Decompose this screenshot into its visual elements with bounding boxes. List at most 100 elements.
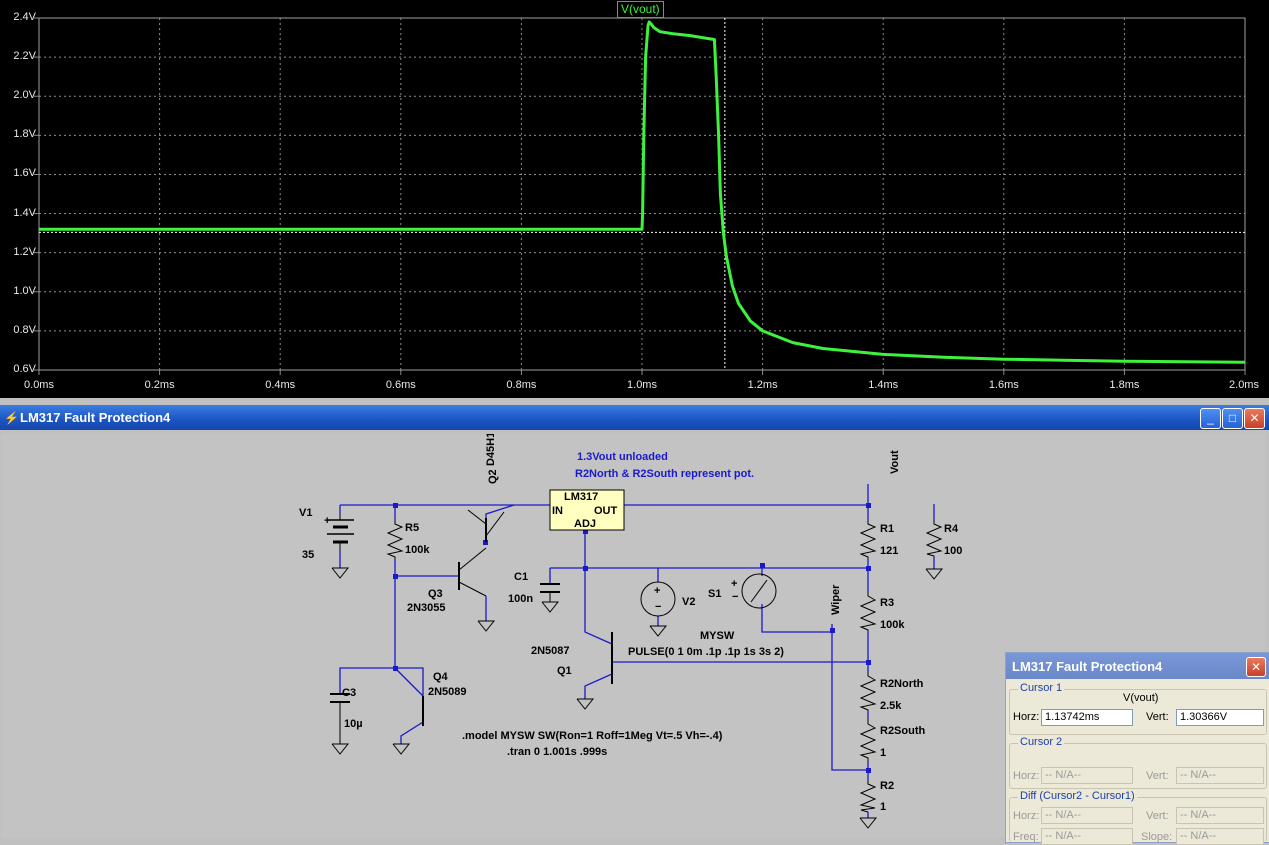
resistor-r2[interactable] <box>859 780 877 813</box>
q1-model: 2N5087 <box>531 645 570 657</box>
q4-model: 2N5089 <box>428 686 467 698</box>
cursor2-vert-label: Vert: <box>1146 770 1169 782</box>
q3-model: 2N3055 <box>407 602 446 614</box>
c1-value: 100n <box>508 593 533 605</box>
c1-label: C1 <box>514 571 528 583</box>
cursor1-horz-label: Horz: <box>1013 711 1040 723</box>
x-tick-label: 2.0ms <box>1229 379 1259 391</box>
resistor-r3[interactable] <box>859 592 877 632</box>
x-tick-label: 0.2ms <box>144 379 175 391</box>
ground-icon <box>859 817 878 829</box>
battery-v1[interactable]: + <box>324 514 354 552</box>
v2-pulse: PULSE(0 1 0m .1p .1p 1s 3s 2) <box>628 646 784 658</box>
r2north-label: R2North <box>880 678 924 690</box>
cursor-dialog: LM317 Fault Protection4 ✕ Cursor 1 V(vou… <box>1005 652 1269 845</box>
s1-label: S1 <box>708 588 721 600</box>
c3-value: 10µ <box>344 718 363 730</box>
note-text[interactable]: R2North & R2South represent pot. <box>575 468 754 480</box>
spice-directive[interactable]: .model MYSW SW(Ron=1 Roff=1Meg Vt=.5 Vh=… <box>462 730 723 742</box>
r5-label: R5 <box>405 522 419 534</box>
cursor-dialog-title: LM317 Fault Protection4 <box>1012 659 1163 674</box>
transistor-q3[interactable] <box>458 547 487 597</box>
ground-icon <box>477 620 496 632</box>
waveform-plot[interactable] <box>0 0 1269 398</box>
q4-label: Q4 <box>433 671 449 683</box>
y-tick-label: 1.2V <box>13 245 36 258</box>
diff-horz-label: Horz: <box>1013 810 1040 822</box>
switch-s1[interactable]: + − <box>731 573 777 609</box>
schematic-title: LM317 Fault Protection4 <box>20 410 171 425</box>
note-text[interactable]: 1.3Vout unloaded <box>577 451 668 463</box>
x-tick-label: 0.8ms <box>506 379 537 391</box>
y-tick-label: 2.4V <box>13 11 36 23</box>
svg-text:+: + <box>654 585 660 597</box>
net-label-wiper[interactable]: Wiper <box>830 584 842 615</box>
diff-slope-field <box>1176 828 1264 845</box>
y-tick-label: 1.6V <box>13 167 36 180</box>
lm317-pin-out: OUT <box>594 505 618 517</box>
spice-directive[interactable]: .tran 0 1.001s .999s <box>507 746 607 758</box>
resistor-r4[interactable] <box>925 520 943 558</box>
resistor-r2south[interactable] <box>859 718 877 762</box>
diff-slope-label: Slope: <box>1141 831 1173 843</box>
close-button[interactable]: ✕ <box>1244 408 1265 429</box>
q1-label: Q1 <box>557 665 572 677</box>
x-tick-label: 0.4ms <box>265 379 296 391</box>
r2south-value: 1 <box>880 747 886 759</box>
trace-label-vout[interactable]: V(vout) <box>617 1 664 18</box>
y-tick-label: 2.0V <box>13 89 36 102</box>
resistor-r5[interactable] <box>386 520 404 560</box>
r2north-value: 2.5k <box>880 700 902 712</box>
y-tick-label: 1.8V <box>13 128 36 141</box>
r2-label: R2 <box>880 780 894 792</box>
cursor1-vert-field[interactable] <box>1176 709 1264 726</box>
net-label-vout[interactable]: Vout <box>889 450 901 474</box>
y-tick-label: 2.2V <box>13 50 36 63</box>
ground-icon <box>925 568 944 580</box>
r1-label: R1 <box>880 523 894 535</box>
x-tick-label: 1.2ms <box>747 379 778 391</box>
waveform-plot-pane[interactable]: V(vout) 0.6V 0.8V 1.0V 1.2V 1.4V 1.6V 1.8V 2.0V… <box>0 0 1269 398</box>
schematic-titlebar[interactable]: ⚡ LM317 Fault Protection4 _ □ ✕ <box>0 405 1269 430</box>
resistor-r2north[interactable] <box>859 672 877 712</box>
diff-freq-field <box>1041 828 1133 845</box>
svg-text:−: − <box>655 601 661 613</box>
resistor-r1[interactable] <box>859 520 877 560</box>
lm317-pin-adj: ADJ <box>574 518 596 530</box>
lm317-pin-in: IN <box>552 505 563 517</box>
q2-label: Q2 <box>487 469 499 484</box>
cursor-dialog-titlebar[interactable]: LM317 Fault Protection4 ✕ <box>1006 653 1269 679</box>
ground-icon <box>331 567 350 579</box>
cursor1-horz-field[interactable] <box>1041 709 1133 726</box>
cursor1-label: Cursor 1 <box>1018 682 1065 694</box>
svg-text:+: + <box>324 515 330 527</box>
voltage-source-v2[interactable]: + − <box>640 581 676 617</box>
r1-value: 121 <box>880 545 898 557</box>
s1-model: MYSW <box>700 630 735 642</box>
v1-label: V1 <box>299 507 312 519</box>
y-tick-label: 0.8V <box>13 323 36 336</box>
capacitor-c1[interactable] <box>540 583 560 602</box>
diff-freq-label: Freq: <box>1013 831 1039 843</box>
r2south-label: R2South <box>880 725 926 737</box>
diff-group: Diff (Cursor2 - Cursor1) Horz: Vert: Fre… <box>1009 790 1267 845</box>
lm317-label: LM317 <box>564 491 598 503</box>
ltspice-icon: ⚡ <box>4 411 19 425</box>
x-tick-label: 0.6ms <box>385 379 416 391</box>
maximize-button[interactable]: □ <box>1222 408 1243 429</box>
trace-vout[interactable] <box>39 20 1246 364</box>
y-tick-label: 1.0V <box>13 284 36 297</box>
r2-value: 1 <box>880 801 886 813</box>
diff-vert-field <box>1176 807 1264 824</box>
cursor-dialog-close-button[interactable]: ✕ <box>1246 657 1266 677</box>
cursor2-label: Cursor 2 <box>1018 736 1065 748</box>
minimize-button[interactable]: _ <box>1200 408 1221 429</box>
v2-label: V2 <box>682 596 695 608</box>
r4-value: 100 <box>944 545 962 557</box>
ground-icon <box>331 743 350 755</box>
x-tick-label: 1.8ms <box>1109 379 1140 391</box>
ground-icon <box>541 601 560 613</box>
v1-value: 35 <box>302 549 314 561</box>
diff-label: Diff (Cursor2 - Cursor1) <box>1018 790 1137 802</box>
cursor1-group: Cursor 1 V(vout) Horz: Vert: <box>1009 682 1267 735</box>
